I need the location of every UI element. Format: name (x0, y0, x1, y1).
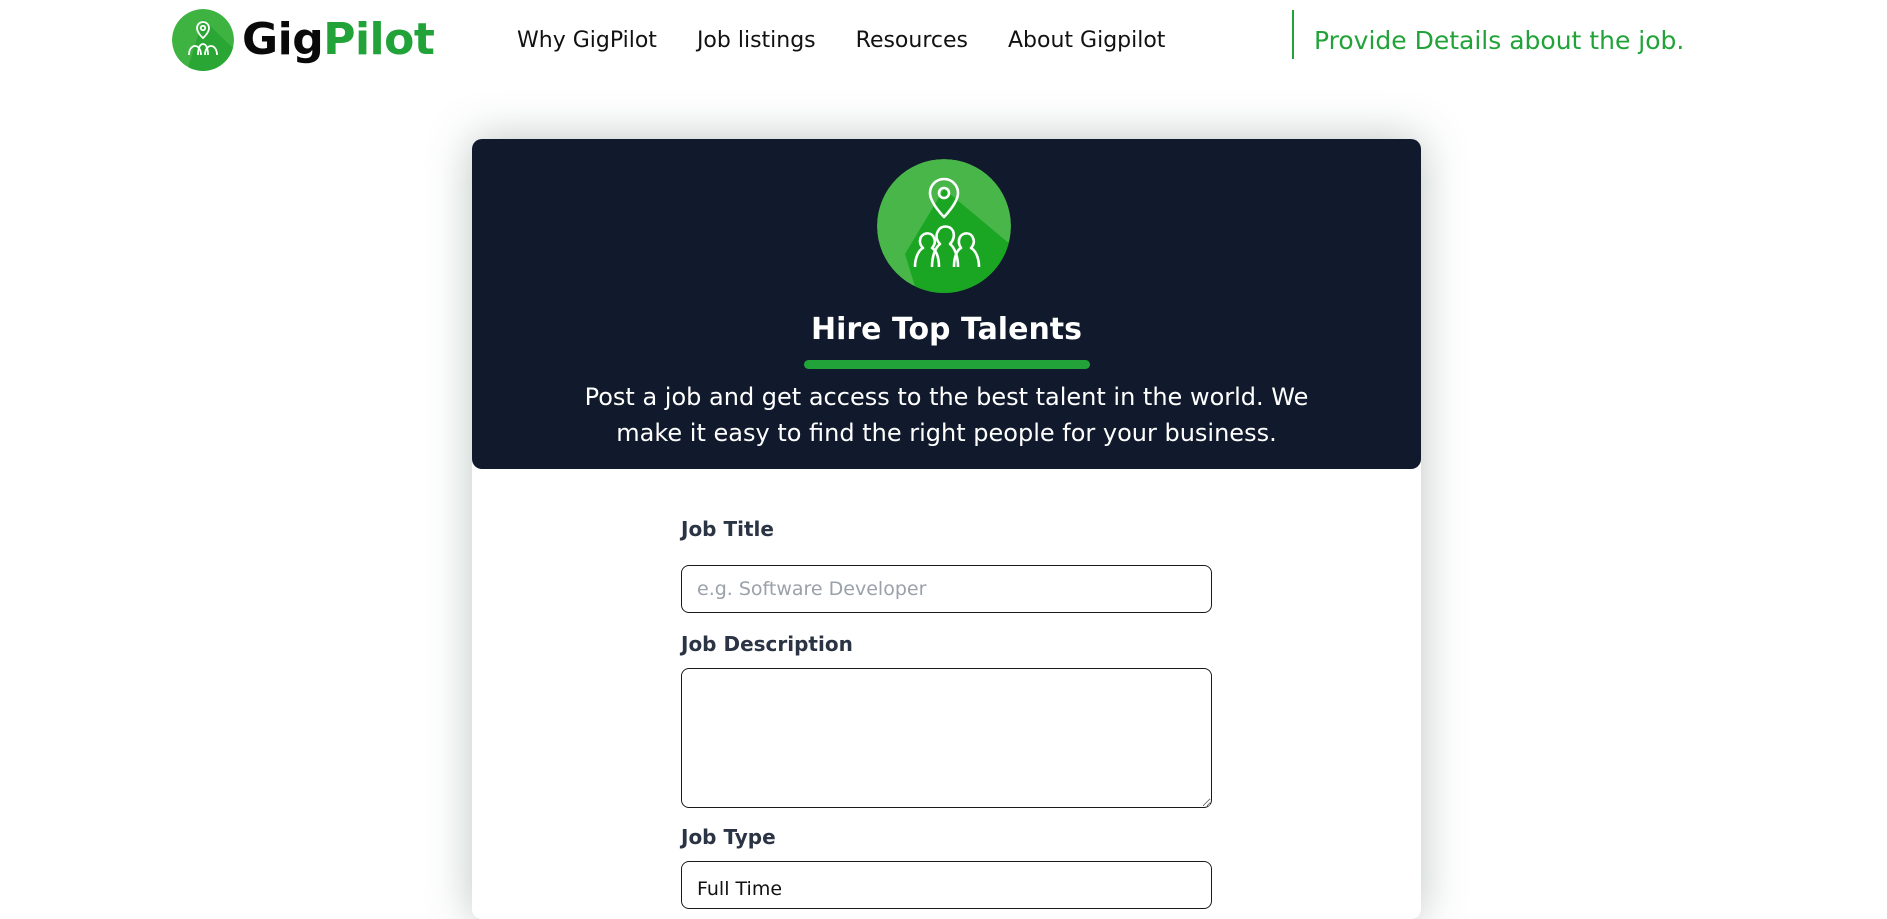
job-type-label: Job Type (681, 825, 776, 849)
nav-link-about-gigpilot[interactable]: About Gigpilot (1008, 28, 1165, 53)
brand-name: GigPilot (242, 18, 435, 62)
header-divider (1292, 10, 1294, 59)
nav-link-resources[interactable]: Resources (856, 28, 968, 53)
header-tagline: Provide Details about the job. (1314, 26, 1685, 55)
job-type-select[interactable]: Full Time (681, 861, 1212, 909)
job-description-label: Job Description (681, 632, 853, 656)
location-people-icon (172, 9, 234, 71)
hero-banner: Hire Top Talents Post a job and get acce… (472, 139, 1421, 469)
nav-link-job-listings[interactable]: Job listings (697, 28, 816, 53)
brand-name-part1: Gig (242, 14, 324, 65)
hero-title: Hire Top Talents (810, 312, 1082, 347)
job-type-selected-value: Full Time (697, 878, 783, 900)
job-title-label: Job Title (681, 517, 774, 541)
main-nav: Why GigPilot Job listings Resources Abou… (517, 28, 1205, 53)
job-description-textarea[interactable] (681, 668, 1212, 808)
brand-name-part2: Pilot (323, 14, 435, 65)
hero-description: Post a job and get access to the best ta… (584, 383, 1309, 447)
post-job-card: Hire Top Talents Post a job and get acce… (472, 139, 1421, 919)
nav-link-why-gigpilot[interactable]: Why GigPilot (517, 28, 657, 53)
job-title-input[interactable] (681, 565, 1212, 613)
brand-logo[interactable]: GigPilot (172, 9, 435, 71)
job-form: Job Title Job Description Job Type Full … (681, 517, 1212, 909)
location-people-icon (877, 159, 1011, 293)
hero-title-underline (804, 360, 1090, 369)
